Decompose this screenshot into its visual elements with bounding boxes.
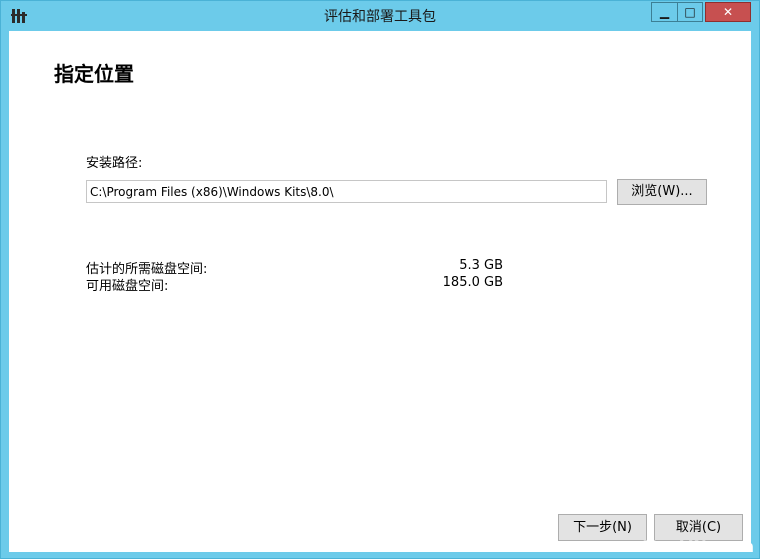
watermark: YunVN.com: [643, 537, 755, 556]
title-bar[interactable]: 评估和部署工具包 ▁ □ ✕: [1, 1, 759, 31]
caption-buttons: ▁ □ ✕: [651, 2, 751, 22]
installer-window: 评估和部署工具包 ▁ □ ✕ 指定位置 安装路径: 浏览(W)... 估计的所需…: [0, 0, 760, 559]
estimated-space-value: 5.3 GB: [459, 258, 503, 273]
estimated-space-row: 估计的所需磁盘空间: 5.3 GB: [86, 258, 503, 277]
page-title: 指定位置: [54, 62, 134, 86]
install-path-input[interactable]: [86, 180, 607, 203]
browse-button[interactable]: 浏览(W)...: [617, 179, 707, 205]
next-button[interactable]: 下一步(N): [558, 514, 647, 541]
dialog-content: 指定位置 安装路径: 浏览(W)... 估计的所需磁盘空间: 5.3 GB 可用…: [9, 31, 751, 552]
available-space-row: 可用磁盘空间: 185.0 GB: [86, 275, 503, 294]
minimize-button[interactable]: ▁: [651, 2, 677, 22]
available-space-value: 185.0 GB: [442, 275, 503, 290]
window-title: 评估和部署工具包: [324, 9, 436, 25]
available-space-label: 可用磁盘空间:: [86, 279, 169, 294]
close-button[interactable]: ✕: [705, 2, 751, 22]
maximize-button[interactable]: □: [677, 2, 703, 22]
install-path-label: 安装路径:: [86, 156, 143, 171]
